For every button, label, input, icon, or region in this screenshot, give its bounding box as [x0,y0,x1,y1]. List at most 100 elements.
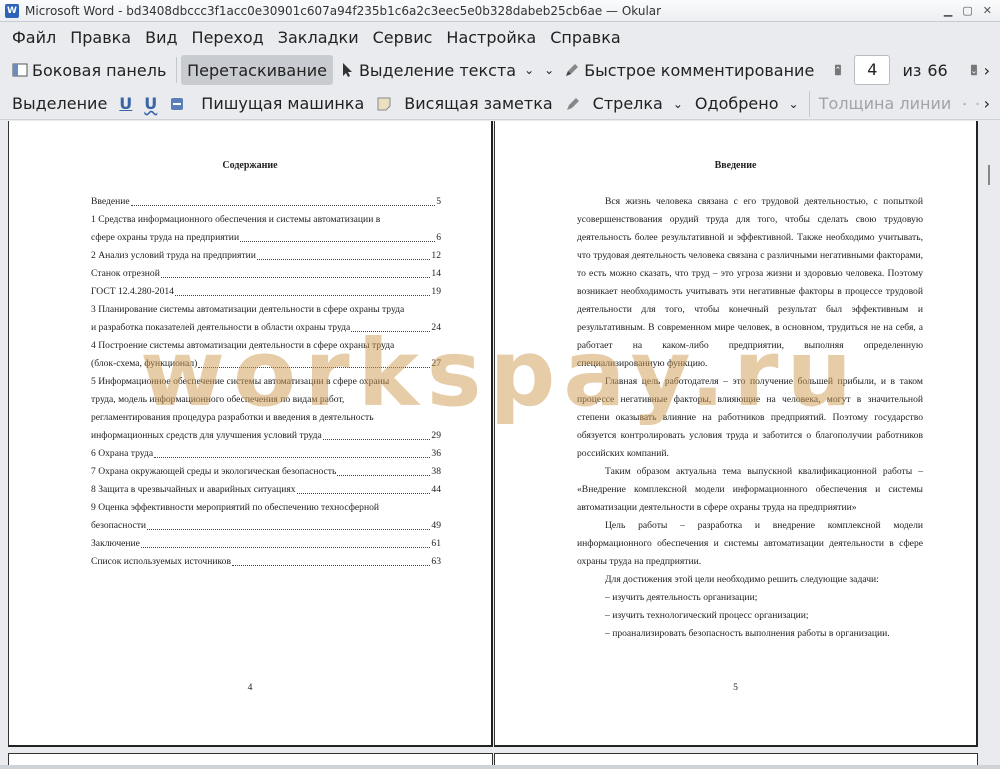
toc-entry[interactable]: 6 Охрана труда 36 [91,445,441,463]
toc-entry-page: 14 [431,268,441,279]
toc-entry-title: Станок отрезной [91,268,160,279]
underline-button[interactable]: U [113,89,138,119]
toc-leader-dots [147,529,431,530]
toc-entry-title: ГОСТ 12.4.280-2014 [91,286,174,297]
intro-paragraph: Цель работы – разработка и внедрение ком… [577,520,923,567]
minimize-icon[interactable]: ▁ [944,4,952,17]
intro-heading: Введение [714,160,757,171]
intro-paragraph: Вся жизнь человека связана с его трудово… [577,196,923,369]
note-button[interactable]: Висящая заметка [370,89,558,119]
toc-entry-title: 7 Охрана окружающей среды и экологическа… [91,466,337,477]
toc-entry-title: 8 Защита в чрезвычайных и аварийных ситу… [91,484,296,495]
close-icon[interactable]: ✕ [983,4,992,17]
color-palette-icon[interactable] [963,96,967,112]
toc-entry-page: 61 [431,538,441,549]
toc-entry[interactable]: безопасности 49 [91,517,441,535]
stamp-label: Одобрено [694,94,779,113]
pen-annotate-icon [566,64,579,76]
underline-icon: U [119,94,133,113]
text-select-button[interactable]: Выделение текста ⌄ [333,55,540,85]
menu-edit[interactable]: Правка [64,24,137,51]
document-viewport[interactable]: Содержание Введение 5 1 Средства информаци… [0,121,1000,769]
toc-line: 4 Построение системы автоматизации деяте… [91,340,395,351]
toc-entry-title: сфере охраны труда на предприятии [91,232,240,243]
arrow-button[interactable]: Стрелка ⌄ [559,89,689,119]
previous-page-icon[interactable] [832,62,844,78]
squiggle-button[interactable]: U [138,89,163,119]
toc-entry-page: 44 [431,484,441,495]
drag-mode-button[interactable]: Перетаскивание [181,55,333,85]
quick-comment-button[interactable]: Быстрое комментирование [558,55,820,85]
stamp-button[interactable]: Одобрено ⌄ [689,89,805,119]
menu-view[interactable]: Вид [139,24,183,51]
toc-entry[interactable]: и разработка показателей деятельности в … [91,319,441,337]
toc-entry-page: 27 [431,358,441,369]
text-select-label: Выделение текста [358,60,517,80]
toc-leader-dots [322,439,431,440]
pen-icon [566,97,579,110]
toolbar-separator [176,57,178,83]
menu-file[interactable]: Файл [6,24,62,51]
toc-entry[interactable]: 2 Анализ условий труда на предприятии 12 [91,247,441,265]
note-label: Висящая заметка [404,94,553,113]
toc-leader-dots [231,565,431,566]
toc-entry-title: Введение [91,196,130,207]
intro-body: Вся жизнь человека связана с его трудово… [577,193,923,643]
toc-entry[interactable]: ГОСТ 12.4.280-2014 19 [91,283,441,301]
chevron-down-icon[interactable]: ⌄ [788,97,798,111]
word-app-icon: W [5,3,19,18]
toolbar-overflow-icon[interactable]: › [984,94,990,113]
scrollbar-thumb[interactable] [988,165,990,185]
toc-leader-dots [198,367,431,368]
toc-leader-dots [154,457,431,458]
sidebar-button[interactable]: Боковая панель [6,55,172,85]
toc-leader-dots [140,547,431,548]
menu-settings[interactable]: Настройка [440,24,542,51]
strikeout-button[interactable] [163,89,195,119]
toc-leader-dots [256,259,431,260]
line-width-button[interactable]: Толщина линии [813,89,958,119]
toc-entry[interactable]: 8 Защита в чрезвычайных и аварийных ситу… [91,481,441,499]
highlight-button[interactable]: Выделение [6,89,113,119]
toc-entry[interactable]: Список используемых источников 63 [91,553,441,571]
chevron-down-icon[interactable]: ⌄ [544,63,554,77]
toc-line: 3 Планирование системы автоматизации дея… [91,304,405,315]
toc-entry[interactable]: информационных средств для улучшения усл… [91,427,441,445]
menu-tools[interactable]: Сервис [367,24,439,51]
toc-leader-dots [351,331,431,332]
chevron-down-icon[interactable]: ⌄ [673,97,683,111]
toc-entry-page: 5 [436,196,441,207]
toc-line: труда, модель информационного обеспечени… [91,394,345,405]
drag-mode-label: Перетаскивание [187,60,327,80]
menu-bookmarks[interactable]: Закладки [272,24,365,51]
toc-entry[interactable]: (блок-схема, функционал) 27 [91,355,441,373]
next-page-icon[interactable] [968,62,980,78]
intro-paragraph: Таким образом актуальна тема выпускной к… [577,466,923,513]
window-title: Microsoft Word - bd3408dbccc3f1acc0e3090… [25,3,662,18]
toc-entry-page: 19 [431,286,441,297]
menu-go[interactable]: Переход [186,24,270,51]
menu-help[interactable]: Справка [544,24,627,51]
toc-entry[interactable]: Станок отрезной 14 [91,265,441,283]
maximize-icon[interactable]: ▢ [962,4,972,17]
arrow-label: Стрелка [592,94,663,113]
toc-line: 5 Информационное обеспечение системы авт… [91,376,390,387]
sidebar-label: Боковая панель [32,60,167,80]
toc-entry[interactable]: Заключение 61 [91,535,441,553]
toc-entry[interactable]: 7 Охрана окружающей среды и экологическа… [91,463,441,481]
task-list-item: – проанализировать безопасность выполнен… [605,628,890,639]
toolbar-overflow-icon[interactable]: › [984,61,990,80]
toc-entry-page: 38 [431,466,441,477]
typewriter-button[interactable]: Пишущая машинка [195,89,370,119]
sidebar-icon [12,63,28,77]
page-number-input[interactable]: 4 [854,55,891,85]
opacity-icon[interactable] [976,96,980,112]
toc-entry[interactable]: Введение 5 [91,193,441,211]
vertical-scrollbar[interactable] [984,121,1000,769]
toc-entry-page: 24 [431,322,441,333]
chevron-down-icon[interactable]: ⌄ [524,63,534,77]
toc-entry-title: информационных средств для улучшения усл… [91,430,322,441]
horizontal-scrollbar[interactable] [0,765,1000,769]
toc-leader-dots [130,205,436,206]
toc-entry[interactable]: сфере охраны труда на предприятии 6 [91,229,441,247]
